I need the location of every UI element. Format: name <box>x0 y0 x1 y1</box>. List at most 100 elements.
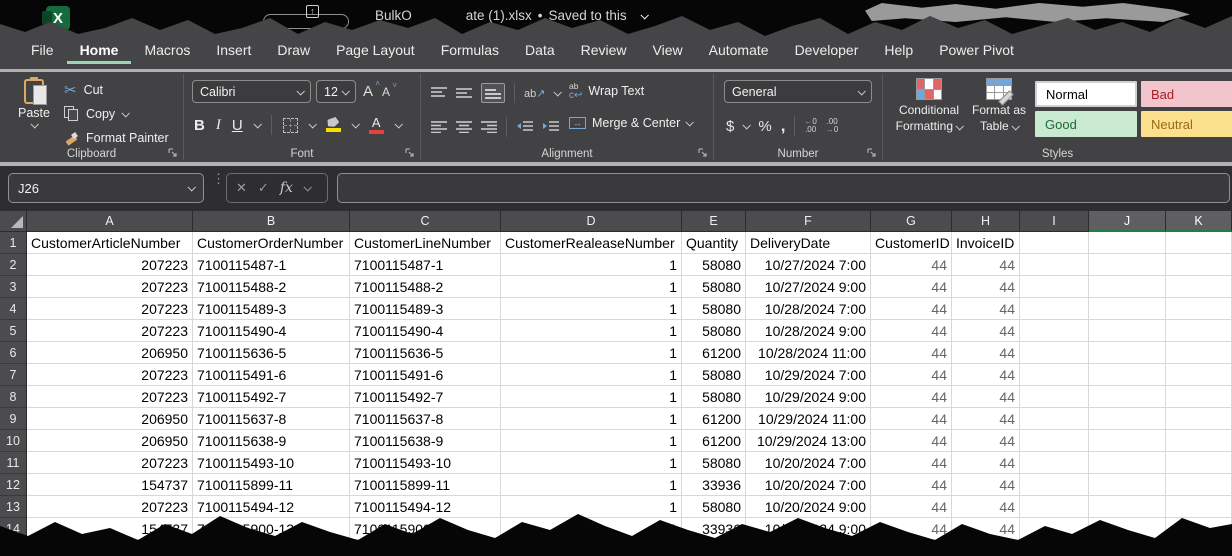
format-painter-button[interactable]: Format Painter <box>64 128 169 148</box>
cancel-entry-icon[interactable]: ✕ <box>236 180 247 196</box>
cell[interactable]: 7100115636-5 <box>193 342 350 364</box>
cell[interactable]: 1 <box>501 298 682 320</box>
cell[interactable] <box>1020 408 1089 430</box>
cell[interactable]: 44 <box>952 474 1020 496</box>
select-all-corner[interactable] <box>0 211 27 232</box>
wrap-text-button[interactable]: abc↩ Wrap Text <box>569 82 644 101</box>
cell[interactable]: 7100115490-4 <box>193 320 350 342</box>
cell[interactable]: 10/29/2024 13:00 <box>746 430 871 452</box>
cell-style-good[interactable]: Good <box>1035 111 1137 137</box>
font-size-combobox[interactable]: 12 <box>316 80 356 103</box>
copy-chevron-icon[interactable] <box>122 109 130 117</box>
cell[interactable] <box>1020 276 1089 298</box>
cell[interactable] <box>1020 430 1089 452</box>
cell[interactable]: 44 <box>871 298 952 320</box>
cell[interactable]: 7100115636-5 <box>350 342 501 364</box>
cell-style-normal[interactable]: Normal <box>1035 81 1137 107</box>
tab-draw[interactable]: Draw <box>264 37 323 64</box>
row-header-11[interactable]: 11 <box>0 452 27 474</box>
column-header-i[interactable]: I <box>1020 211 1089 232</box>
cell[interactable]: 7100115899-11 <box>193 474 350 496</box>
cell[interactable]: 44 <box>952 452 1020 474</box>
tab-data[interactable]: Data <box>512 37 568 64</box>
cell-style-bad[interactable]: Bad <box>1141 81 1232 107</box>
increase-decimal-button[interactable]: ←0.00 <box>804 118 816 134</box>
underline-button[interactable]: U <box>232 117 243 134</box>
font-name-combobox[interactable]: Calibri <box>192 80 311 103</box>
formula-bar-grip[interactable]: ⋮ <box>212 174 220 183</box>
cell[interactable]: 10/29/2024 9:00 <box>746 386 871 408</box>
cell[interactable]: 58080 <box>682 386 746 408</box>
insert-function-button[interactable]: fx <box>280 180 293 196</box>
bottom-align-button-selected[interactable] <box>481 83 505 103</box>
font-color-button[interactable]: A <box>369 117 384 134</box>
cell[interactable] <box>1166 254 1232 276</box>
fill-color-chevron-icon[interactable] <box>351 120 359 128</box>
cell[interactable]: 7100115487-1 <box>193 254 350 276</box>
cell[interactable]: 1 <box>501 320 682 342</box>
currency-button[interactable]: $ <box>726 118 734 135</box>
cell[interactable]: 10/27/2024 7:00 <box>746 254 871 276</box>
cell[interactable]: 1 <box>501 364 682 386</box>
borders-chevron-icon[interactable] <box>308 120 316 128</box>
cell[interactable] <box>1089 342 1166 364</box>
percent-button[interactable]: % <box>758 118 771 135</box>
cell[interactable]: 44 <box>871 452 952 474</box>
cell[interactable] <box>1166 474 1232 496</box>
align-right-button[interactable] <box>481 121 497 133</box>
cut-button[interactable]: ✂ Cut <box>64 80 169 100</box>
tab-automate[interactable]: Automate <box>696 37 782 64</box>
cell[interactable]: Quantity <box>682 232 746 254</box>
increase-indent-button[interactable] <box>542 121 559 133</box>
decrease-font-size-button[interactable]: A˅ <box>380 85 392 99</box>
cell[interactable]: 61200 <box>682 408 746 430</box>
row-header-8[interactable]: 8 <box>0 386 27 408</box>
cell[interactable]: 10/20/2024 9:00 <box>746 496 871 518</box>
conditional-formatting-button[interactable]: Conditional Formatting <box>893 78 965 134</box>
tab-formulas[interactable]: Formulas <box>428 37 512 64</box>
cell[interactable]: 61200 <box>682 430 746 452</box>
cell[interactable]: 7100115494-12 <box>350 496 501 518</box>
cell[interactable]: 7100115637-8 <box>193 408 350 430</box>
cell[interactable]: 207223 <box>27 276 193 298</box>
cell[interactable]: 58080 <box>682 496 746 518</box>
cell[interactable] <box>1020 254 1089 276</box>
cell[interactable]: 7100115494-12 <box>193 496 350 518</box>
cell[interactable]: 10/28/2024 11:00 <box>746 342 871 364</box>
align-center-button[interactable] <box>456 121 472 133</box>
cell[interactable]: 44 <box>871 276 952 298</box>
column-header-j[interactable]: J <box>1089 211 1166 232</box>
cell[interactable] <box>1166 496 1232 518</box>
cell[interactable]: 44 <box>952 320 1020 342</box>
cell[interactable] <box>1089 408 1166 430</box>
merge-center-button[interactable]: ↔ Merge & Center <box>569 116 692 130</box>
cell[interactable]: 206950 <box>27 408 193 430</box>
cell[interactable] <box>1166 276 1232 298</box>
column-header-e[interactable]: E <box>682 211 746 232</box>
cell[interactable]: 44 <box>871 342 952 364</box>
cell[interactable]: 10/29/2024 7:00 <box>746 364 871 386</box>
cell[interactable]: 1 <box>501 276 682 298</box>
paste-chevron-icon[interactable] <box>30 120 38 128</box>
column-header-h[interactable]: H <box>952 211 1020 232</box>
column-header-c[interactable]: C <box>350 211 501 232</box>
cell[interactable]: 7100115637-8 <box>350 408 501 430</box>
cell[interactable] <box>1166 430 1232 452</box>
cell[interactable]: 33936 <box>682 474 746 496</box>
cell[interactable]: 207223 <box>27 298 193 320</box>
number-dialog-launcher[interactable] <box>867 148 877 158</box>
cell[interactable]: 10/29/2024 11:00 <box>746 408 871 430</box>
cell[interactable] <box>1020 496 1089 518</box>
cell[interactable]: 10/20/2024 7:00 <box>746 452 871 474</box>
row-header-1[interactable]: 1 <box>0 232 27 254</box>
cell[interactable] <box>1166 408 1232 430</box>
decrease-indent-button[interactable] <box>516 121 533 133</box>
cell[interactable]: 207223 <box>27 320 193 342</box>
cell[interactable] <box>1089 430 1166 452</box>
row-header-2[interactable]: 2 <box>0 254 27 276</box>
cell[interactable] <box>1166 232 1232 254</box>
tab-help[interactable]: Help <box>871 37 926 64</box>
cell[interactable]: 7100115487-1 <box>350 254 501 276</box>
column-header-a[interactable]: A <box>27 211 193 232</box>
row-header-6[interactable]: 6 <box>0 342 27 364</box>
